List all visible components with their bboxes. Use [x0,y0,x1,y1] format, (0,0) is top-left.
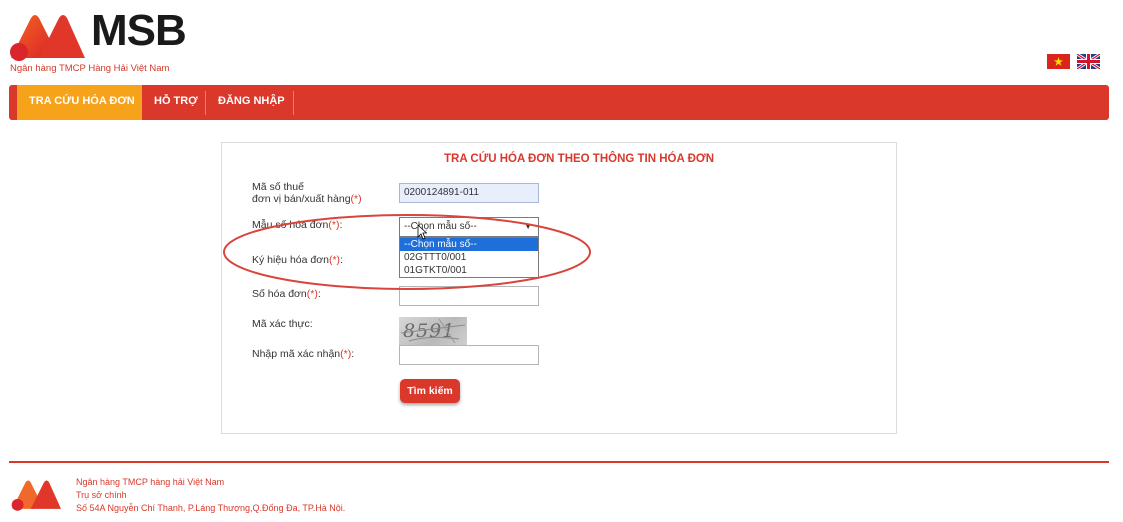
nav-tab-invoice-lookup[interactable]: TRA CỨU HÓA ĐƠN [17,85,142,120]
english-flag-icon[interactable] [1077,54,1100,69]
nav-divider [293,91,294,115]
nav-tab-login[interactable]: ĐĂNG NHẬP [218,85,285,120]
invoice-number-label: Số hóa đơn(*): [252,288,321,300]
tax-code-label: Mã số thuế đơn vị bán/xuất hàng(*) [252,181,362,205]
required-mark: (*) [306,288,318,300]
required-mark: (*) [350,193,362,205]
vietnamese-flag-icon[interactable] [1047,54,1070,69]
required-mark: (*) [340,348,352,360]
footer-divider [9,461,1109,463]
captcha-label: Mã xác thực: [252,318,313,330]
search-button[interactable]: Tìm kiếm [400,379,460,403]
footer-bank-name: Ngân hàng TMCP hàng hải Việt Nam [76,477,225,487]
invoice-number-input[interactable] [399,286,539,306]
template-option[interactable]: 02GTTT0/001 [400,251,538,264]
nav-tab-support[interactable]: HỖ TRỢ [154,85,198,120]
footer-head-office: Trụ sở chính [76,490,127,500]
invoice-symbol-label: Ký hiệu hóa đơn(*): [252,254,343,266]
footer-address: Số 54A Nguyễn Chí Thanh, P.Láng Thượng,Q… [76,503,346,513]
footer-info: Ngân hàng TMCP hàng hải Việt Nam Trụ sở … [76,476,345,515]
msb-logo-icon [10,15,85,61]
captcha-image: 8591 [399,317,467,345]
select-value: --Chọn mẫu số-- [404,221,477,232]
invoice-template-options: --Chọn mẫu số-- 02GTTT0/001 01GTKT0/001 [399,237,539,278]
lookup-form-panel: TRA CỨU HÓA ĐƠN THEO THÔNG TIN HÓA ĐƠN M… [221,142,897,434]
captcha-input[interactable] [399,345,539,365]
required-mark: (*) [328,254,341,266]
captcha-noise-icon [400,318,466,344]
brand-logo[interactable]: MSB Ngân hàng TMCP Hàng Hải Việt Nam [9,6,209,74]
mouse-cursor-icon [417,224,427,240]
footer-msb-logo-icon [11,480,61,511]
dropdown-arrow-icon: ▼ [524,222,532,231]
tax-code-input[interactable]: 0200124891-011 [399,183,539,203]
nav-divider [205,91,206,115]
template-option[interactable]: 01GTKT0/001 [400,264,538,277]
required-mark: (*) [328,219,340,231]
language-switcher [1047,54,1100,69]
form-title: TRA CỨU HÓA ĐƠN THEO THÔNG TIN HÓA ĐƠN [443,153,714,165]
invoice-template-label: Mẫu số hóa đơn(*): [252,219,343,231]
brand-name: MSB [91,6,187,55]
main-nav: TRA CỨU HÓA ĐƠN HỖ TRỢ ĐĂNG NHẬP [9,85,1109,120]
captcha-input-label: Nhập mã xác nhận(*): [252,348,355,360]
brand-subtitle: Ngân hàng TMCP Hàng Hải Việt Nam [10,63,170,74]
